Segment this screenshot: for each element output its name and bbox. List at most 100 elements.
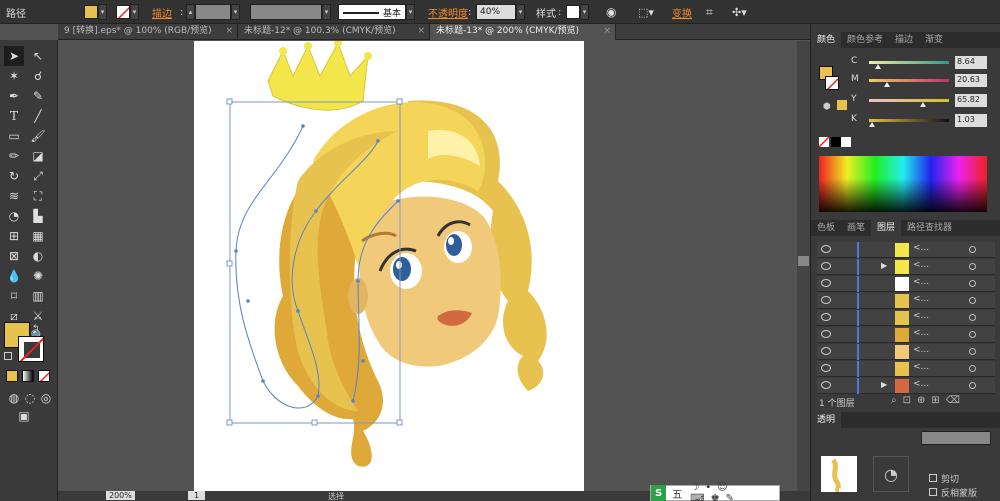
eye-icon[interactable] bbox=[821, 381, 831, 389]
target-icon[interactable] bbox=[969, 246, 976, 253]
expand-arrow-icon[interactable]: ▶ bbox=[881, 261, 887, 270]
knife-icon[interactable]: ⚔ bbox=[28, 306, 48, 326]
perspective-icon[interactable]: ⊞ bbox=[4, 226, 24, 246]
target-icon[interactable] bbox=[969, 365, 976, 372]
close-icon[interactable]: × bbox=[603, 24, 611, 39]
make-mask-button[interactable]: ◔ bbox=[873, 456, 909, 492]
mesh-icon[interactable]: ⊠ bbox=[4, 246, 24, 266]
target-icon[interactable] bbox=[969, 263, 976, 270]
swap-fill-stroke-icon[interactable]: ↰ bbox=[32, 324, 40, 334]
tab-pathfinder[interactable]: 路径查找器 bbox=[901, 220, 958, 236]
default-colors-icon[interactable] bbox=[4, 352, 12, 360]
blend-mode-dropdown[interactable] bbox=[921, 431, 991, 445]
target-icon[interactable] bbox=[969, 382, 976, 389]
layer-row[interactable]: <... bbox=[817, 327, 995, 343]
isolate-icon[interactable]: ⌗ bbox=[706, 3, 713, 21]
invert-mask-checkbox[interactable] bbox=[929, 488, 937, 496]
line-tool-icon[interactable]: ╱ bbox=[28, 106, 48, 126]
gradient-mode-icon[interactable] bbox=[22, 370, 34, 382]
recolor-icon[interactable]: ◉ bbox=[606, 3, 616, 21]
eye-icon[interactable] bbox=[821, 364, 831, 372]
canvas-area[interactable] bbox=[58, 41, 810, 491]
symbol-sprayer-icon[interactable]: ✺ bbox=[28, 266, 48, 286]
tab-brushes[interactable]: 画笔 bbox=[841, 220, 871, 236]
align-icon[interactable]: ⬚▾ bbox=[638, 3, 654, 21]
tab-swatches[interactable]: 色板 bbox=[811, 220, 841, 236]
target-icon[interactable] bbox=[969, 348, 976, 355]
paintbrush-icon[interactable]: 🖌 bbox=[28, 126, 48, 146]
slider-knob[interactable] bbox=[884, 82, 890, 87]
tab-color-guide[interactable]: 颜色参考 bbox=[841, 32, 889, 48]
opacity-label[interactable]: 不透明度 bbox=[428, 3, 468, 21]
eraser-icon[interactable]: ◪ bbox=[28, 146, 48, 166]
layer-row[interactable]: <... bbox=[817, 344, 995, 360]
stroke-color-box[interactable] bbox=[18, 336, 44, 362]
rotate-icon[interactable]: ↻ bbox=[4, 166, 24, 186]
gradient-icon[interactable]: ▦ bbox=[28, 226, 48, 246]
scroll-thumb[interactable] bbox=[798, 256, 809, 266]
layer-row[interactable]: <... bbox=[817, 361, 995, 377]
magic-wand-icon[interactable]: ✶ bbox=[4, 66, 24, 86]
tab-color[interactable]: 颜色 bbox=[811, 32, 842, 48]
layer-row[interactable]: <... bbox=[817, 293, 995, 309]
target-icon[interactable] bbox=[969, 331, 976, 338]
layer-row[interactable]: <... bbox=[817, 276, 995, 292]
layer-row[interactable]: <... bbox=[817, 242, 995, 258]
sogou-icon[interactable]: S bbox=[651, 485, 667, 501]
princess-illustration[interactable] bbox=[58, 41, 810, 491]
layer-actions[interactable]: ⌕⊡⊕⊞⌫ bbox=[891, 395, 966, 406]
transform-label[interactable]: 变换 bbox=[672, 3, 692, 21]
slider-track[interactable] bbox=[869, 79, 949, 82]
eye-icon[interactable] bbox=[821, 245, 831, 253]
lasso-icon[interactable]: ☌ bbox=[28, 66, 48, 86]
draw-inside-icon[interactable]: ◎ bbox=[36, 388, 56, 408]
opacity-field[interactable]: 40% ▾ bbox=[476, 3, 525, 21]
magenta-slider[interactable]: M 20.63 bbox=[851, 74, 991, 88]
layer-row[interactable]: <... bbox=[817, 310, 995, 326]
layer-row[interactable]: ▶ <... bbox=[817, 378, 995, 394]
channel-value[interactable]: 20.63 bbox=[955, 74, 987, 87]
screen-mode-icon[interactable]: ▣ bbox=[14, 406, 34, 426]
type-tool-icon[interactable]: T bbox=[4, 106, 24, 126]
tab-gradient[interactable]: 渐变 bbox=[919, 32, 949, 48]
layer-row[interactable]: ▶ <... bbox=[817, 259, 995, 275]
close-icon[interactable]: × bbox=[225, 24, 233, 39]
eye-icon[interactable] bbox=[821, 330, 831, 338]
black-slider[interactable]: K 1.03 bbox=[851, 114, 991, 128]
scale-icon[interactable]: ⤢ bbox=[28, 166, 48, 186]
target-icon[interactable] bbox=[969, 314, 976, 321]
ime-tools-icon[interactable]: ☽•☺⌨♚✎ bbox=[690, 482, 779, 501]
variable-width-dropdown[interactable]: ▾ bbox=[250, 3, 331, 21]
page-field[interactable]: 1 bbox=[188, 491, 206, 500]
eye-icon[interactable] bbox=[821, 262, 831, 270]
clip-checkbox[interactable] bbox=[929, 474, 937, 482]
slider-knob[interactable] bbox=[920, 102, 926, 107]
fill-swatch[interactable]: ▾ bbox=[84, 3, 107, 21]
cube-icon[interactable]: ⬢ bbox=[823, 102, 831, 112]
tab-stroke[interactable]: 描边 bbox=[889, 32, 919, 48]
slider-knob[interactable] bbox=[869, 122, 875, 127]
channel-value[interactable]: 8.64 bbox=[955, 56, 987, 69]
pencil-icon[interactable]: ✏ bbox=[4, 146, 24, 166]
warp-icon[interactable]: ≋ bbox=[4, 186, 24, 206]
panel-menu-icon[interactable]: ✣▾ bbox=[732, 3, 747, 21]
eye-icon[interactable] bbox=[821, 279, 831, 287]
eye-icon[interactable] bbox=[821, 347, 831, 355]
brush-dropdown[interactable]: 基本 ▾ bbox=[338, 3, 415, 21]
tab-transparency[interactable]: 透明 bbox=[811, 412, 842, 428]
ime-toolbar[interactable]: S 五 ☽•☺⌨♚✎ bbox=[650, 482, 780, 501]
vertical-scrollbar[interactable] bbox=[797, 41, 810, 491]
graph-tool-icon[interactable]: ▥ bbox=[28, 286, 48, 306]
document-tab-3[interactable]: 未标题-13* @ 200% (CMYK/预览) × bbox=[430, 24, 616, 40]
tab-layers[interactable]: 图层 bbox=[871, 220, 902, 236]
direct-selection-tool-icon[interactable]: ↖ bbox=[28, 46, 48, 66]
eye-icon[interactable] bbox=[821, 296, 831, 304]
cyan-slider[interactable]: C 8.64 bbox=[851, 56, 991, 70]
color-mode-icon[interactable] bbox=[6, 370, 18, 382]
stroke-label[interactable]: 描边 bbox=[152, 3, 172, 21]
slider-knob[interactable] bbox=[875, 64, 881, 69]
curvature-icon[interactable]: ✎ bbox=[28, 86, 48, 106]
selection-tool-icon[interactable]: ➤ bbox=[4, 46, 24, 66]
slider-track[interactable] bbox=[869, 61, 949, 64]
last-color-swatch[interactable] bbox=[837, 100, 847, 110]
